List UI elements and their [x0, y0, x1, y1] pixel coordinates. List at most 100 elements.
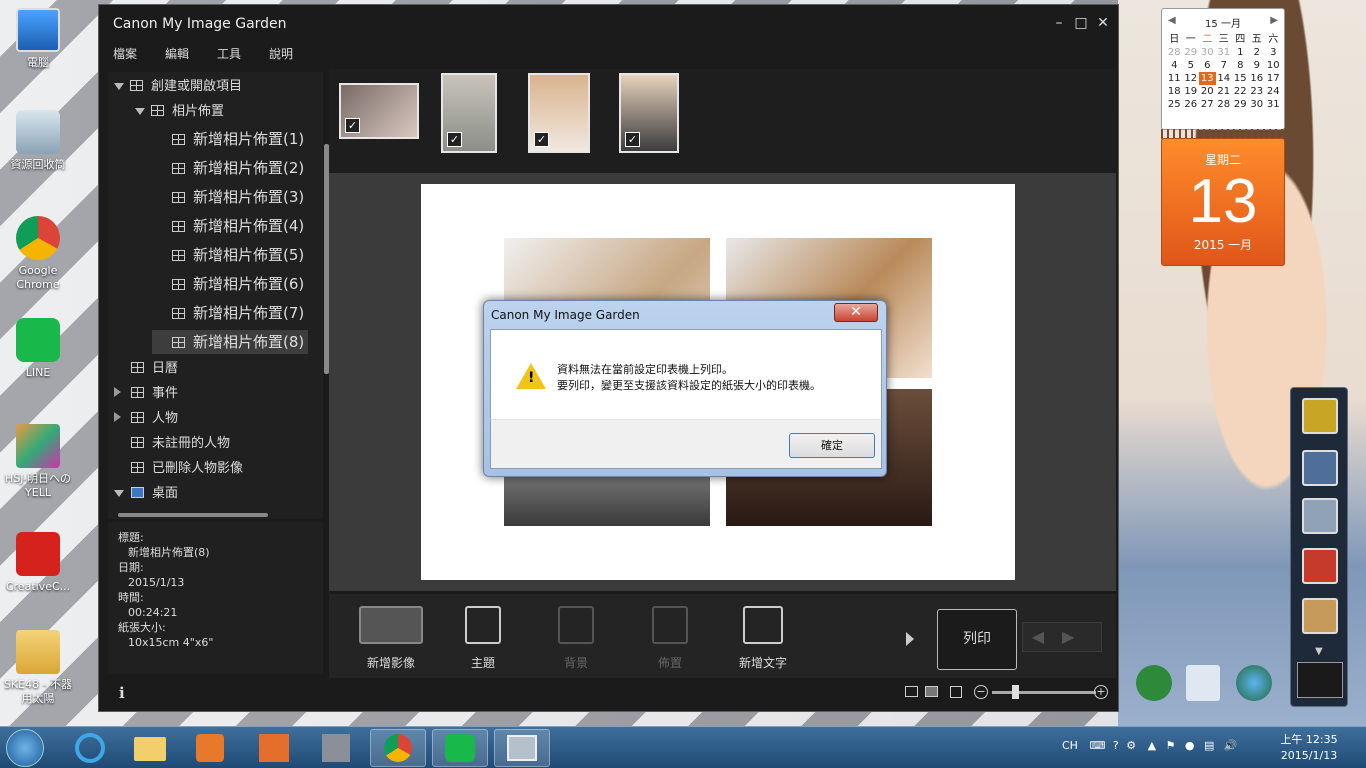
- calendar-day-cell[interactable]: 29: [1232, 98, 1249, 111]
- print-button[interactable]: 列印: [937, 609, 1017, 670]
- calendar-day-cell[interactable]: 13: [1199, 72, 1216, 85]
- expand-right-icon[interactable]: [906, 632, 914, 646]
- desktop-icon-computer[interactable]: 電腦: [0, 8, 76, 70]
- taskbar-internet-explorer[interactable]: [62, 729, 118, 767]
- layout-button[interactable]: 佈置: [625, 606, 715, 671]
- keyboard-gadget-icon[interactable]: [1297, 662, 1343, 698]
- calendar-gadget[interactable]: ◀ 15 一月 ▶ 日一二三四五六 28 29 30 31 1 2 3 4 5 6 7 8 9 10 11 12…: [1161, 8, 1285, 266]
- tree-people[interactable]: 人物: [131, 407, 178, 431]
- calendar-day-cell[interactable]: 22: [1232, 85, 1249, 98]
- taskbar-clock[interactable]: 上午 12:35 2015/1/13: [1264, 732, 1354, 764]
- close-icon[interactable]: ✕: [1095, 15, 1111, 31]
- tree-layout-item-8-selected[interactable]: 新增相片佈置(8): [152, 330, 308, 354]
- page-nav-buttons[interactable]: ◀▶: [1022, 622, 1102, 652]
- menu-file[interactable]: 檔案: [105, 41, 145, 67]
- calendar-day-cell[interactable]: 29: [1183, 46, 1200, 59]
- calendar-day-cell[interactable]: 30: [1249, 98, 1266, 111]
- calendar-day-cell[interactable]: 8: [1232, 59, 1249, 72]
- next-month-icon[interactable]: ▶: [1270, 15, 1278, 26]
- photo-gadget-icon[interactable]: [1302, 450, 1338, 486]
- ok-button[interactable]: 確定: [789, 433, 875, 458]
- photo-frame-icon[interactable]: [1302, 548, 1338, 584]
- calendar-day-cell[interactable]: 27: [1199, 98, 1216, 111]
- expand-arrow-icon[interactable]: [135, 108, 145, 115]
- show-hidden-icons[interactable]: ▲: [1148, 739, 1156, 752]
- tree-events[interactable]: 事件: [131, 382, 178, 406]
- menu-help[interactable]: 說明: [261, 41, 301, 67]
- taskbar-line[interactable]: [432, 729, 488, 767]
- globe-help-icon[interactable]: [1236, 665, 1272, 701]
- checkbox-checked-icon[interactable]: ✓: [625, 132, 640, 147]
- thumbnail-4[interactable]: ✓: [619, 73, 679, 153]
- volume-icon[interactable]: 🔊: [1224, 739, 1238, 752]
- creative-park-premium-icon[interactable]: [1302, 398, 1338, 434]
- keyboard-icon[interactable]: ⌨: [1089, 739, 1105, 752]
- calendar-day-cell[interactable]: 28: [1216, 98, 1233, 111]
- tree-layout-item-4[interactable]: 新增相片佈置(4): [172, 214, 304, 238]
- desktop-icon-chrome[interactable]: Google Chrome: [0, 216, 76, 292]
- expand-arrow-icon[interactable]: [114, 490, 124, 497]
- theme-button[interactable]: 主題: [438, 606, 528, 671]
- expand-arrow-icon[interactable]: [114, 83, 124, 90]
- photo-collage-icon[interactable]: [1302, 498, 1338, 534]
- security-icon[interactable]: ●: [1185, 739, 1195, 752]
- menu-tools[interactable]: 工具: [209, 41, 249, 67]
- calendar-day-cell[interactable]: 23: [1249, 85, 1266, 98]
- calendar-day-cell[interactable]: 20: [1199, 85, 1216, 98]
- window-titlebar[interactable]: Canon My Image Garden – □ ✕: [99, 5, 1118, 41]
- tree-horizontal-scrollbar[interactable]: [118, 513, 268, 517]
- zoom-slider[interactable]: [992, 691, 1096, 694]
- view-grid-icon[interactable]: [905, 686, 918, 697]
- info-icon[interactable]: i: [119, 684, 125, 702]
- minimize-icon[interactable]: –: [1051, 15, 1067, 31]
- fit-screen-icon[interactable]: [950, 686, 962, 698]
- photo-edit-icon[interactable]: [1302, 598, 1338, 634]
- scroll-down-icon[interactable]: ▼: [1315, 646, 1323, 657]
- calendar-day-cell[interactable]: 30: [1199, 46, 1216, 59]
- tree-calendar[interactable]: 日曆: [131, 357, 178, 381]
- add-image-button[interactable]: 新增影像: [346, 606, 436, 671]
- calendar-day-cell[interactable]: 31: [1216, 46, 1233, 59]
- action-center-flag-icon[interactable]: ⚑: [1166, 739, 1176, 752]
- calendar-day-cell[interactable]: 15: [1232, 72, 1249, 85]
- desktop-icon-folder[interactable]: SKE48 - 不器用太陽: [0, 630, 76, 706]
- calendar-day-cell[interactable]: 9: [1249, 59, 1266, 72]
- taskbar-chrome[interactable]: [370, 729, 426, 767]
- checkbox-checked-icon[interactable]: ✓: [534, 132, 549, 147]
- calendar-day-cell[interactable]: 18: [1166, 85, 1183, 98]
- collapse-arrow-icon[interactable]: [114, 412, 121, 422]
- calendar-day-cell[interactable]: 4: [1166, 59, 1183, 72]
- desktop-icon-video[interactable]: HSJ-明日へのYELL: [0, 424, 76, 500]
- tree-layout-item-3[interactable]: 新增相片佈置(3): [172, 185, 304, 209]
- desktop-icon-line[interactable]: LINE: [0, 318, 76, 380]
- calendar-day-cell[interactable]: 17: [1265, 72, 1282, 85]
- dialog-close-button[interactable]: ✕: [834, 303, 878, 322]
- collapse-arrow-icon[interactable]: [114, 387, 121, 397]
- calendar-day-cell[interactable]: 11: [1166, 72, 1183, 85]
- calendar-day-cell[interactable]: 28: [1166, 46, 1183, 59]
- calendar-day-cell[interactable]: 3: [1265, 46, 1282, 59]
- taskbar-media-player[interactable]: [182, 729, 238, 767]
- thumbnail-3[interactable]: ✓: [528, 73, 590, 153]
- calendar-day-cell[interactable]: 10: [1265, 59, 1282, 72]
- desktop-icon-creative-cloud[interactable]: CreativeC...: [0, 532, 76, 594]
- help-icon[interactable]: ?: [1113, 739, 1119, 752]
- checkbox-checked-icon[interactable]: ✓: [447, 132, 462, 147]
- help-document-icon[interactable]: [1186, 665, 1220, 701]
- tree-layout-item-6[interactable]: 新增相片佈置(6): [172, 272, 304, 296]
- calendar-day-cell[interactable]: 1: [1232, 46, 1249, 59]
- calendar-day-cell[interactable]: 16: [1249, 72, 1266, 85]
- taskbar-my-image-garden[interactable]: [494, 729, 550, 767]
- zoom-slider-thumb[interactable]: [1012, 685, 1019, 699]
- taskbar-file-explorer[interactable]: [122, 729, 178, 767]
- add-text-button[interactable]: 新增文字: [718, 606, 808, 671]
- desktop-icon-recycle-bin[interactable]: 資源回收筒: [0, 110, 76, 172]
- calendar-day-cell[interactable]: 25: [1166, 98, 1183, 111]
- tree-deleted-people[interactable]: 已刪除人物影像: [131, 457, 243, 481]
- calendar-day-cell[interactable]: 5: [1183, 59, 1200, 72]
- calendar-day-cell[interactable]: 7: [1216, 59, 1233, 72]
- taskbar-app-store[interactable]: [246, 729, 302, 767]
- menu-edit[interactable]: 編輯: [157, 41, 197, 67]
- background-button[interactable]: 背景: [531, 606, 621, 671]
- maximize-icon[interactable]: □: [1073, 15, 1089, 31]
